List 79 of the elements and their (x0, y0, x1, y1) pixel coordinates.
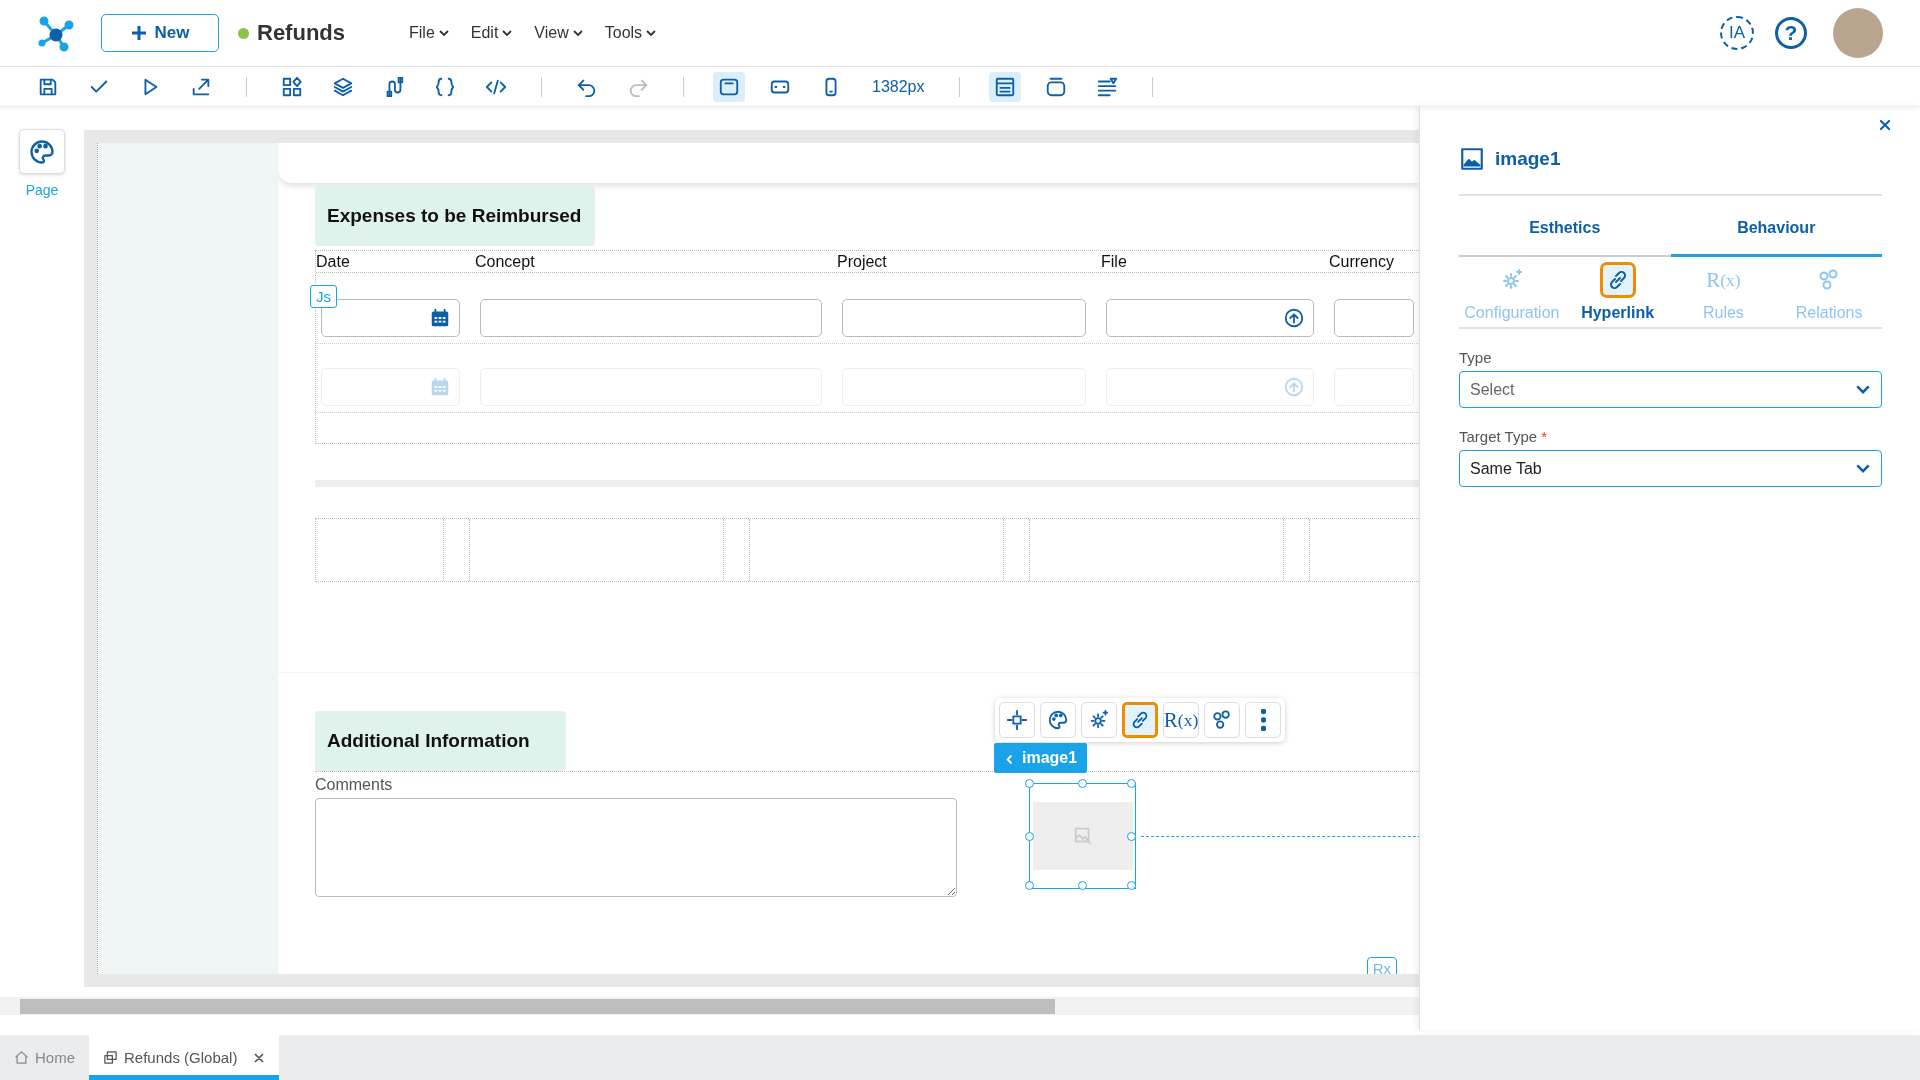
column-header: Concept (475, 252, 536, 271)
panel-subtab[interactable]: Hyperlink (1564, 262, 1671, 322)
section-title: Expenses to be Reimbursed (315, 186, 596, 246)
ai-assistant-button[interactable]: IA (1720, 16, 1754, 50)
widgets-icon (281, 75, 303, 98)
field-label: Comments (315, 776, 394, 794)
caret-icon (1855, 384, 1871, 395)
comments-field[interactable] (315, 798, 957, 897)
home-icon (14, 1050, 29, 1065)
resize-handle[interactable] (1025, 881, 1034, 890)
calendar-icon (429, 376, 451, 398)
column-header: Currency (1329, 252, 1395, 271)
required-mark: * (1541, 428, 1548, 445)
column-header: Date (316, 252, 351, 271)
layout-button[interactable] (988, 71, 1021, 102)
close-icon[interactable] (253, 1051, 266, 1064)
link-button[interactable] (1122, 702, 1158, 738)
input-field[interactable] (1106, 299, 1314, 337)
plus-icon (130, 25, 147, 41)
help-button[interactable]: ? (1775, 17, 1807, 49)
field-label: Type (1459, 349, 1493, 366)
caret-icon (438, 29, 449, 37)
caret-icon (1855, 463, 1871, 474)
caret-icon (572, 29, 583, 37)
viewport-width: 1382px (872, 77, 925, 96)
panel-title: image1 (1495, 148, 1561, 170)
new-button[interactable]: New (101, 14, 219, 52)
layers-icon (332, 75, 354, 98)
layout-icon (993, 75, 1016, 98)
image-icon (1459, 146, 1485, 172)
gear-icon (1088, 709, 1110, 731)
resize-handle[interactable] (1078, 779, 1087, 788)
upload-icon (1283, 307, 1305, 329)
column-header: File (1101, 252, 1128, 271)
section-title: Additional Information (315, 711, 566, 771)
menu-item[interactable]: View (534, 24, 583, 42)
more-icon (1260, 709, 1266, 731)
relations-button[interactable] (1204, 702, 1240, 738)
menu-item[interactable]: Edit (470, 24, 513, 42)
desktop-view-button[interactable] (713, 71, 745, 102)
frame-icon (1044, 75, 1067, 98)
dropdown-field[interactable]: Same Tab (1459, 450, 1882, 487)
panel-tab[interactable]: Behaviour (1670, 196, 1882, 257)
palette-icon (28, 137, 56, 166)
resize-handle[interactable] (1127, 779, 1136, 788)
gear-button[interactable] (1081, 702, 1117, 738)
panel-tab[interactable]: Esthetics (1459, 196, 1671, 257)
caret-icon (502, 29, 513, 37)
input-field[interactable] (842, 299, 1086, 337)
more-button[interactable] (1245, 702, 1281, 738)
palette-icon (1047, 709, 1069, 731)
upload-icon (1283, 376, 1305, 398)
move-icon (1006, 709, 1028, 731)
palette-button[interactable] (1040, 702, 1076, 738)
resize-handle[interactable] (1025, 832, 1034, 841)
input-field[interactable] (480, 299, 822, 337)
calendar-icon (429, 307, 451, 329)
close-button[interactable] (1878, 118, 1892, 132)
resize-handle[interactable] (1127, 881, 1136, 890)
field-label: Target Type * (1459, 428, 1549, 445)
document-tab[interactable]: Refunds (Global) (89, 1035, 280, 1080)
scrollbar-thumb[interactable] (20, 998, 1055, 1014)
move-button[interactable] (999, 702, 1035, 738)
caret-icon (1005, 754, 1013, 765)
menu-item[interactable]: File (409, 24, 449, 42)
relations-icon (1211, 709, 1233, 731)
resize-handle[interactable] (1078, 881, 1087, 890)
menu-item[interactable]: Tools (604, 24, 657, 42)
column-header: Project (837, 252, 888, 271)
input-field[interactable] (1334, 299, 1414, 337)
align-icon (1095, 75, 1118, 98)
caret-icon (646, 29, 657, 37)
app-title: Refunds (257, 20, 345, 46)
resize-handle[interactable] (1025, 779, 1034, 788)
dropdown-field[interactable]: Select (1459, 371, 1882, 408)
close-icon (1878, 118, 1892, 132)
braces-icon (434, 75, 456, 98)
page-icon (103, 1050, 118, 1065)
resize-handle[interactable] (1127, 832, 1136, 841)
